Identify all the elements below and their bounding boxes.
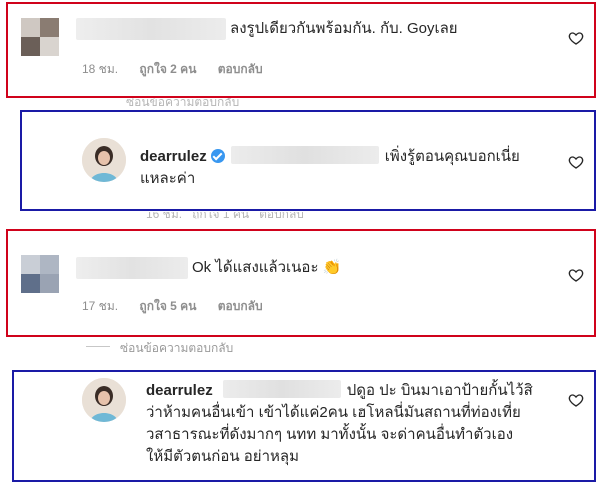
- hide-replies-button[interactable]: ซ่อนข้อความตอบกลับ: [120, 339, 233, 358]
- heart-icon[interactable]: [568, 154, 584, 170]
- comment-text-content: Ok ได้แสงแล้วเนอะ: [192, 259, 319, 276]
- avatar[interactable]: [21, 18, 59, 56]
- reply-button[interactable]: ตอบกลับ: [218, 299, 263, 313]
- profile-photo: [82, 378, 126, 422]
- reply-text: dearrulez ปดูอ ปะ บินมาเอาป้ายกั้นไว้สิ: [146, 380, 533, 402]
- divider-line: [86, 346, 110, 347]
- mention-blurred[interactable]: [222, 380, 341, 398]
- profile-photo: [82, 138, 126, 182]
- username-blurred[interactable]: [76, 18, 226, 40]
- comment-meta: 18 ชม. ถูกใจ 2 คน ตอบกลับ: [82, 60, 281, 79]
- username[interactable]: dearrulez: [146, 382, 213, 399]
- reply-text-line3: วสาธารณะที่ดังมากๆ นทท มาทั้งนั้น จะด่าค…: [146, 426, 514, 443]
- comment-time: 17 ชม.: [82, 299, 119, 313]
- mention-blurred[interactable]: [230, 146, 379, 164]
- avatar[interactable]: [82, 378, 126, 422]
- clapping-hands-emoji: 👏: [322, 259, 342, 276]
- verified-badge-icon: [210, 149, 225, 163]
- avatar[interactable]: [82, 138, 126, 182]
- reply-text-line2: แหละค่า: [140, 170, 196, 187]
- reply-text-line1: ปดูอ ปะ บินมาเอาป้ายกั้นไว้สิ: [346, 382, 533, 399]
- username-blurred[interactable]: [76, 257, 188, 279]
- heart-icon[interactable]: [568, 267, 584, 283]
- comment-text: Ok ได้แสงแล้วเนอะ 👏: [192, 257, 341, 279]
- reply-text-line4: ให้มีตัวตนก่อน อย่าหลุม: [146, 448, 299, 465]
- heart-icon[interactable]: [568, 30, 584, 46]
- likes-link[interactable]: ถูกใจ 2 คน: [139, 62, 196, 76]
- reply-meta-faint: 16 ชม. ถูกใจ 1 คน ตอบกลับ: [146, 212, 304, 219]
- comment-text: ลงรูปเดียวกันพร้อมกัน. กับ. Goyเลย: [230, 20, 458, 37]
- reply-text-line1: เพิ่งรู้ตอนคุณบอกเนี่ย: [384, 148, 520, 165]
- comment-meta: 17 ชม. ถูกใจ 5 คน ตอบกลับ: [82, 297, 281, 316]
- heart-icon[interactable]: [568, 392, 584, 408]
- reply-comment-2: dearrulez ปดูอ ปะ บินมาเอาป้ายกั้นไว้สิ ว…: [12, 370, 596, 482]
- avatar[interactable]: [21, 255, 59, 293]
- comment-time: 18 ชม.: [82, 62, 119, 76]
- username[interactable]: dearrulez: [140, 148, 207, 165]
- comment-1: ลงรูปเดียวกันพร้อมกัน. กับ. Goyเลย 18 ชม…: [6, 2, 596, 98]
- reply-text: dearrulez เพิ่งรู้ตอนคุณบอกเนี่ย: [140, 146, 520, 168]
- comment-2: Ok ได้แสงแล้วเนอะ 👏 17 ชม. ถูกใจ 5 คน ตอ…: [6, 229, 596, 337]
- reply-text-line2: ว่าห้ามคนอื่นเข้า เข้าได้แค่2คน เฮโหลนี่…: [146, 404, 521, 421]
- hidden-replies-text: ซ่อนข้อความตอบกลับ: [126, 98, 240, 106]
- reply-button[interactable]: ตอบกลับ: [218, 62, 263, 76]
- reply-comment-1: dearrulez เพิ่งรู้ตอนคุณบอกเนี่ย แหละค่า: [20, 110, 596, 211]
- likes-link[interactable]: ถูกใจ 5 คน: [139, 299, 196, 313]
